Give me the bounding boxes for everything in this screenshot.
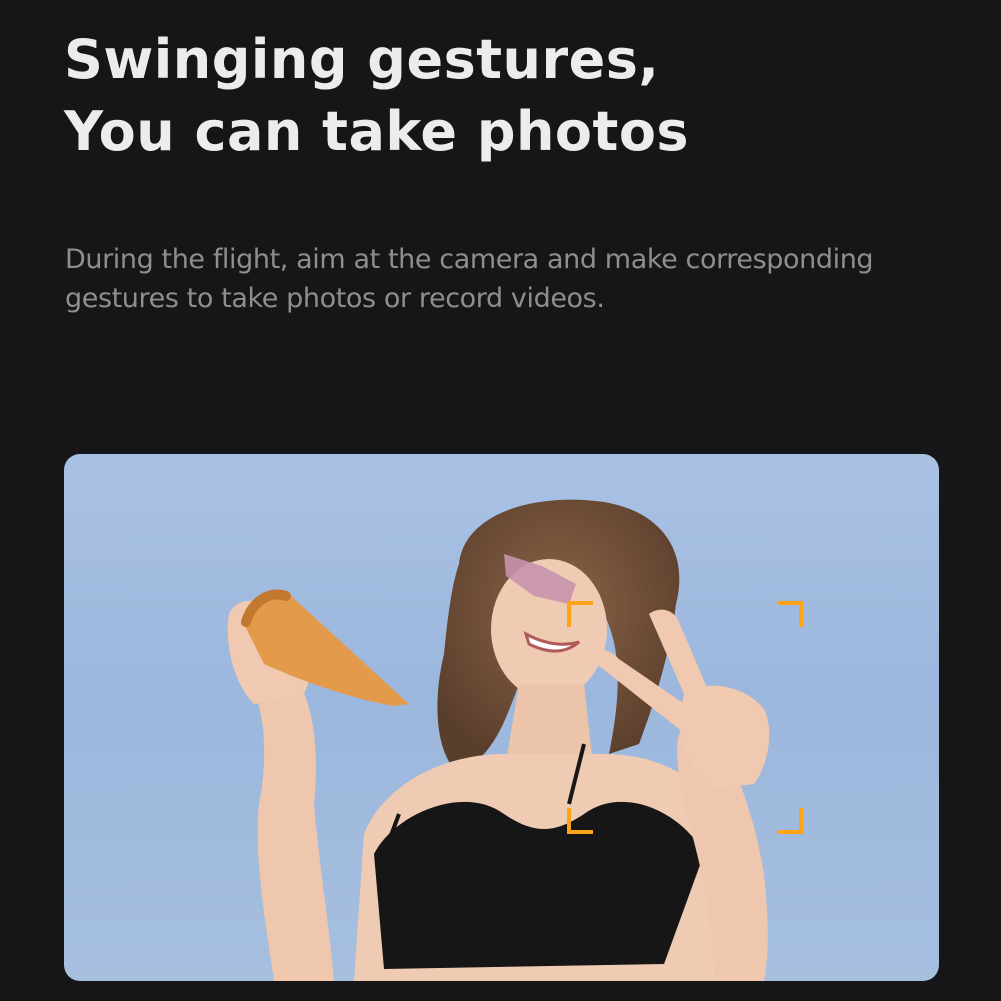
focus-corner-bottom-right <box>777 808 803 834</box>
description-line-2: gestures to take photos or record videos… <box>65 283 605 314</box>
left-arm-shape <box>249 684 334 981</box>
focus-frame <box>567 601 803 834</box>
photo-illustration <box>227 499 770 981</box>
description: During the flight, aim at the camera and… <box>65 240 874 318</box>
description-line-1: During the flight, aim at the camera and… <box>65 244 874 275</box>
focus-corner-top-left <box>567 601 593 627</box>
headline-line-2: You can take photos <box>64 100 690 163</box>
focus-corner-bottom-left <box>567 808 593 834</box>
headline-line-1: Swinging gestures, <box>64 28 660 91</box>
headline: Swinging gestures, You can take photos <box>64 24 689 168</box>
focus-corner-top-right <box>777 601 803 627</box>
gesture-photo <box>64 454 939 981</box>
